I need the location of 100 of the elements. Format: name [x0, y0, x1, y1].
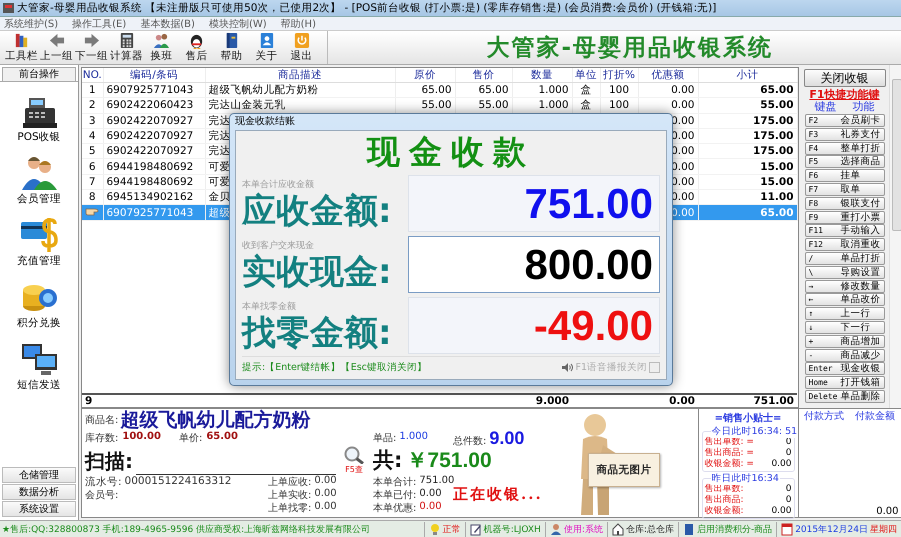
- menu-item[interactable]: 模块控制(W): [208, 16, 267, 30]
- sidebar-button[interactable]: 系统设置: [2, 501, 76, 517]
- table-cell: 5: [82, 144, 103, 159]
- table-cell[interactable]: 6907925771043: [103, 82, 205, 98]
- column-header: 售价: [455, 68, 512, 82]
- function-key-button[interactable]: ↓ 下一行: [804, 320, 884, 334]
- status-text: 启用消费积分-商品: [696, 524, 772, 536]
- field-label: 实收现金:: [242, 252, 393, 292]
- function-key-button[interactable]: Enter 现金收银: [804, 362, 884, 376]
- table-cell: 175.00: [698, 144, 797, 159]
- table-cell: 65.00: [698, 204, 797, 220]
- table-cell: 0.00: [638, 82, 698, 98]
- power-icon: [293, 32, 310, 49]
- table-cell[interactable]: 6902422070927: [103, 128, 205, 144]
- toolbar-button[interactable]: 计算器: [109, 32, 144, 63]
- panel-title: =销售小贴士=: [714, 412, 782, 425]
- function-key-button[interactable]: F12 取消重收: [804, 238, 884, 252]
- menu-item[interactable]: 操作工具(E): [72, 16, 126, 30]
- column-header: 小计: [698, 68, 797, 82]
- function-key-button[interactable]: F5 选择商品: [804, 155, 884, 168]
- sidebar-item[interactable]: POS收银: [0, 90, 78, 152]
- total-cell: 0.00: [638, 394, 698, 407]
- person-icon: [550, 522, 562, 536]
- menu-item[interactable]: 帮助(H): [280, 16, 316, 30]
- label: 共:: [373, 447, 402, 474]
- label: 本单优惠:: [373, 502, 416, 514]
- close-register-button[interactable]: 关闭收银: [804, 69, 886, 87]
- column-header: 数量: [512, 68, 572, 82]
- total-cell: 9.000: [512, 394, 572, 407]
- function-key-button[interactable]: F8 银联支付: [804, 196, 884, 210]
- column-header: 原价: [395, 68, 455, 82]
- status-text: 使用:系统: [564, 524, 603, 536]
- toolbar-button[interactable]: 换班: [144, 32, 179, 63]
- sidebar-item[interactable]: 充值管理: [0, 214, 78, 276]
- speaker-icon: [561, 362, 574, 372]
- function-key-button[interactable]: → 修改数量: [804, 280, 884, 293]
- toolbar-button[interactable]: 售后: [179, 32, 214, 63]
- edit-icon: [470, 522, 482, 536]
- function-key-button[interactable]: ↑ 上一行: [804, 307, 884, 320]
- product-name: 超级飞帆幼儿配方奶粉: [120, 409, 310, 432]
- table-cell[interactable]: 6944198480692: [103, 174, 205, 190]
- table-cell: 1.000: [512, 82, 572, 98]
- function-key-button[interactable]: F3 礼券支付: [804, 128, 884, 141]
- label: 上单实收:: [268, 488, 312, 502]
- function-key-button[interactable]: F2 会员刷卡: [804, 114, 884, 127]
- sidebar-button[interactable]: 仓储管理: [2, 467, 76, 483]
- function-key-button[interactable]: Home 打开钱箱: [804, 376, 884, 390]
- label: 商品名:: [85, 414, 118, 427]
- table-cell: 65.00: [455, 82, 512, 98]
- weekday-text: 星期四: [870, 524, 897, 536]
- table-cell: 6: [82, 158, 103, 174]
- table-cell: 15.00: [698, 158, 797, 174]
- sidebar-item[interactable]: 会员管理: [0, 152, 78, 214]
- total-amount: ￥751.00: [406, 448, 492, 474]
- toolbar-button[interactable]: 工具栏: [4, 32, 39, 63]
- amount-value: 0.00: [419, 500, 442, 514]
- function-key-button[interactable]: / 单品打折: [804, 252, 884, 265]
- function-key-button[interactable]: F9 重打小票: [804, 210, 884, 224]
- stat-label: 售出商品: =: [704, 448, 754, 458]
- label: 流水号:: [85, 474, 122, 488]
- amount-input-field[interactable]: 800.00: [408, 236, 660, 293]
- stat-label: 收银金额: =: [704, 459, 754, 470]
- section-header: 前台操作: [2, 67, 76, 81]
- toolbar-button[interactable]: 下一组: [74, 32, 109, 63]
- table-cell[interactable]: 6902422060423: [103, 98, 205, 114]
- table-cell: 55.00: [698, 98, 797, 114]
- table-cell[interactable]: 6944198480692: [103, 158, 205, 174]
- shortcut-title: F1快捷功能键: [809, 88, 880, 101]
- function-key-button[interactable]: F6 挂单: [804, 169, 884, 182]
- function-key-button[interactable]: \ 导购设置: [804, 266, 884, 279]
- toolbar-button[interactable]: 帮助: [214, 32, 249, 63]
- status-text: 正常: [442, 524, 461, 536]
- function-key-button[interactable]: F4 整单打折: [804, 142, 884, 155]
- table-cell: 175.00: [698, 113, 797, 128]
- menu-item[interactable]: 系统维护(S): [4, 16, 58, 30]
- toolbar-button[interactable]: 关于: [249, 32, 284, 63]
- sidebar-item[interactable]: 积分兑换: [0, 276, 78, 338]
- table-cell: 3: [82, 113, 103, 128]
- function-key-button[interactable]: F11 手动输入: [804, 224, 884, 238]
- sidebar-button[interactable]: 数据分析: [2, 484, 76, 500]
- app-icon: [3, 3, 14, 13]
- function-key-button[interactable]: Delete 单品删除: [804, 390, 884, 403]
- calendar-icon: [781, 522, 794, 536]
- function-key-button[interactable]: ← 单品改价: [804, 293, 884, 306]
- scrollbar[interactable]: [888, 65, 901, 408]
- table-cell[interactable]: 6902422070927: [103, 144, 205, 159]
- unit-quantity-value: 1.000: [399, 431, 428, 444]
- sidebar-item[interactable]: 短信发送: [0, 338, 78, 400]
- function-key-button[interactable]: + 商品增加: [804, 334, 884, 348]
- table-cell[interactable]: 6902422070927: [103, 113, 205, 128]
- function-key-button[interactable]: - 商品减少: [804, 348, 884, 362]
- price-value: 65.00: [206, 431, 238, 444]
- menu-item[interactable]: 基本数据(B): [140, 16, 195, 30]
- toolbar-button[interactable]: 退出: [284, 32, 319, 63]
- right-arrow-icon: [83, 32, 100, 49]
- search-icon[interactable]: [343, 446, 365, 464]
- function-key-button[interactable]: F7 取单: [804, 182, 884, 196]
- table-cell: 1: [82, 82, 103, 98]
- group-title: 今日此时16:34: 51: [710, 425, 798, 438]
- toolbar-button[interactable]: 上一组: [39, 32, 74, 63]
